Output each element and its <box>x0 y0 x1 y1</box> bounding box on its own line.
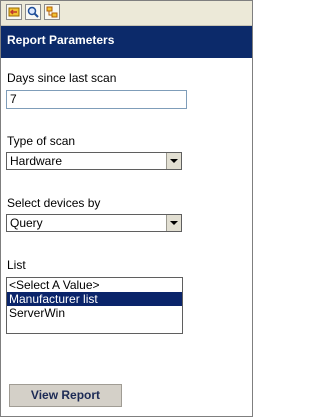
list-item-selected[interactable]: Manufacturer list <box>7 292 182 306</box>
scan-type-value: Hardware <box>10 154 63 168</box>
back-arrow-icon <box>8 7 20 17</box>
list-item[interactable]: ServerWin <box>7 306 182 320</box>
list-item[interactable]: <Select A Value> <box>7 278 182 292</box>
days-since-scan-label: Days since last scan <box>7 71 117 85</box>
scan-type-label: Type of scan <box>7 134 76 148</box>
select-devices-by-label: Select devices by <box>7 196 101 210</box>
select-devices-by-select[interactable]: Query <box>6 214 182 232</box>
report-parameters-panel: Report Parameters Days since last scan 7… <box>0 0 253 417</box>
back-button[interactable] <box>6 4 22 20</box>
chevron-down-icon[interactable] <box>166 153 181 169</box>
list-label: List <box>7 258 26 272</box>
search-icon <box>27 6 39 18</box>
chevron-down-icon[interactable] <box>166 215 181 231</box>
select-devices-by-value: Query <box>10 216 43 230</box>
tree-view-icon <box>46 6 58 18</box>
days-since-scan-input[interactable]: 7 <box>6 90 187 109</box>
view-report-button[interactable]: View Report <box>9 384 122 407</box>
search-button[interactable] <box>25 4 41 20</box>
list-box[interactable]: <Select A Value> Manufacturer list Serve… <box>6 277 183 334</box>
scan-type-select[interactable]: Hardware <box>6 152 182 170</box>
toolbar <box>1 1 252 26</box>
tree-view-button[interactable] <box>44 4 60 20</box>
panel-title: Report Parameters <box>1 26 252 58</box>
